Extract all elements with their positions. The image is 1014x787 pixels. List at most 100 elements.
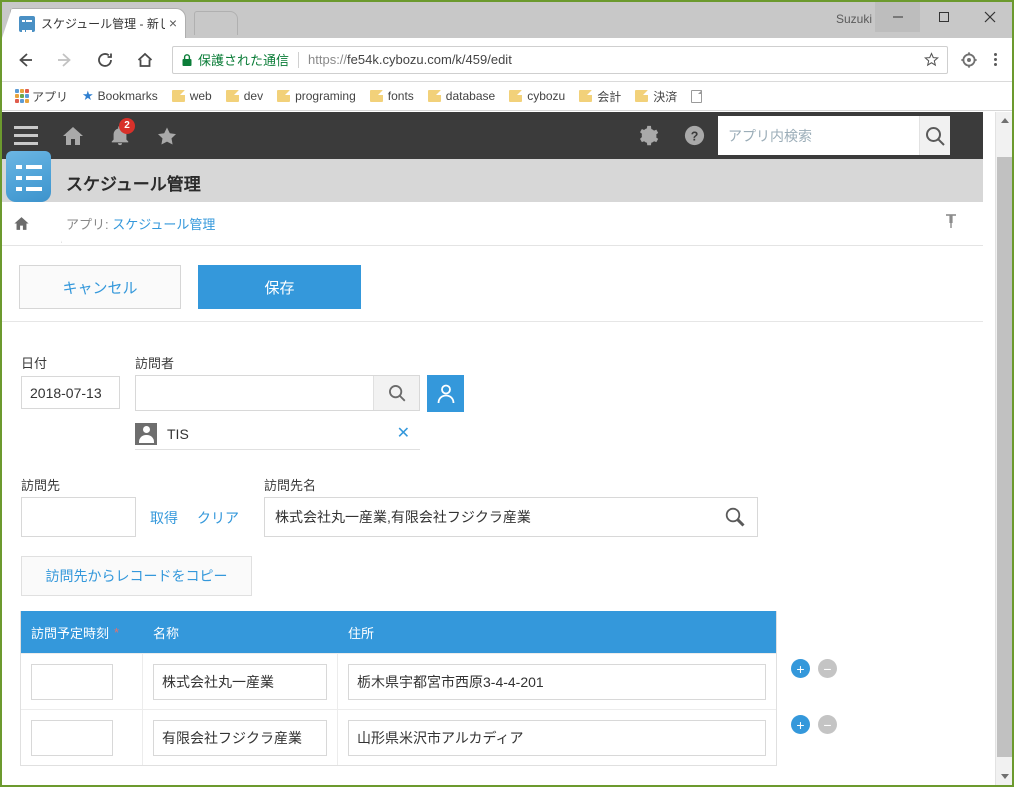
help-icon[interactable]: ?: [671, 112, 718, 159]
apps-grid-icon: [15, 89, 29, 103]
visitor-picker-button[interactable]: [427, 375, 464, 412]
app-search-button[interactable]: [919, 116, 950, 155]
app-search-input[interactable]: [718, 117, 919, 154]
cell-time: [21, 710, 143, 765]
bookmark-dev[interactable]: dev: [221, 87, 268, 105]
gear-icon[interactable]: [624, 112, 671, 159]
folder-icon: [509, 90, 523, 102]
home-icon[interactable]: [49, 112, 96, 159]
copy-records-from-destination-button[interactable]: 訪問先からレコードをコピー: [21, 556, 252, 596]
home-icon[interactable]: [128, 43, 162, 77]
breadcrumb: アプリ: スケジュール管理: [2, 202, 983, 246]
pin-icon[interactable]: [943, 213, 959, 234]
remove-row-button[interactable]: −: [818, 659, 837, 678]
bookmark-database[interactable]: database: [423, 87, 500, 105]
row-name-input[interactable]: [153, 719, 327, 756]
bookmark-label: 会計: [597, 89, 622, 104]
bookmark-bookmarks[interactable]: ★ Bookmarks: [77, 86, 163, 106]
bookmark-label: アプリ: [32, 89, 69, 104]
table-row: [21, 653, 776, 709]
bookmark-accounting[interactable]: 会計: [574, 86, 626, 107]
bookmark-label: database: [445, 89, 496, 103]
table-row: [21, 709, 776, 765]
visitor-search-container: [135, 375, 420, 411]
bookmark-apps[interactable]: アプリ: [10, 86, 73, 107]
breadcrumb-prefix: アプリ:: [66, 217, 113, 232]
cancel-button[interactable]: キャンセル: [19, 265, 181, 309]
scrollbar-thumb[interactable]: [997, 157, 1012, 757]
browser-navigation-bar: 保護された通信 https://fe54k.cybozu.com/k/459/e…: [2, 38, 1012, 82]
browser-tab-active[interactable]: スケジュール管理 - 新しいレ ×: [2, 8, 186, 38]
title-bar: スケジュール管理 - 新しいレ × Suzuki: [2, 2, 1012, 38]
save-button[interactable]: 保存: [198, 265, 361, 309]
tab-close-icon[interactable]: ×: [165, 16, 181, 32]
visitor-search-input[interactable]: [136, 376, 373, 410]
required-marker: *: [114, 624, 120, 640]
window-close-button[interactable]: [967, 2, 1012, 32]
column-header-label: 住所: [348, 625, 375, 641]
breadcrumb-app-link[interactable]: スケジュール管理: [112, 217, 215, 232]
browser-window: スケジュール管理 - 新しいレ × Suzuki: [0, 0, 1014, 787]
cell-name: [143, 710, 338, 765]
row-time-input[interactable]: [31, 663, 113, 700]
page-scrollbar[interactable]: [995, 112, 1012, 785]
url-text: https://fe54k.cybozu.com/k/459/edit: [308, 52, 512, 67]
destination-field-label: 訪問先: [21, 478, 61, 493]
extension-gear-icon[interactable]: [956, 47, 982, 73]
visitor-search-button[interactable]: [373, 376, 419, 410]
secure-label: 保護された通信: [198, 53, 290, 68]
column-header-label: 訪問予定時刻: [31, 625, 110, 641]
scroll-down-icon[interactable]: [996, 768, 1012, 785]
scroll-up-icon[interactable]: [996, 112, 1012, 129]
add-row-button[interactable]: +: [791, 715, 810, 734]
window-maximize-button[interactable]: [921, 2, 966, 32]
app-title: スケジュール管理: [66, 175, 201, 194]
bookmark-fonts[interactable]: fonts: [365, 87, 419, 105]
browser-menu-icon[interactable]: [982, 45, 1008, 75]
window-minimize-button[interactable]: [875, 2, 920, 32]
cell-address: [338, 654, 776, 709]
lock-icon: [181, 53, 193, 67]
row-name-input[interactable]: [153, 663, 327, 700]
favorite-star-icon[interactable]: [143, 112, 190, 159]
bookmark-cybozu[interactable]: cybozu: [504, 87, 570, 105]
breadcrumb-home-icon[interactable]: [2, 215, 40, 232]
app-search-container: [718, 116, 950, 155]
row-address-input[interactable]: [348, 719, 766, 756]
row-address-input[interactable]: [348, 663, 766, 700]
visitor-chip-remove-icon[interactable]: ✕: [397, 426, 410, 442]
destination-name-container: [264, 497, 758, 537]
kintone-header: 2 ?: [2, 112, 983, 159]
bell-icon[interactable]: 2: [96, 112, 143, 159]
destination-name-search-icon[interactable]: [713, 498, 757, 536]
bookmark-programing[interactable]: programing: [272, 87, 361, 105]
destination-get-link[interactable]: 取得: [150, 508, 178, 528]
bookmark-web[interactable]: web: [167, 87, 217, 105]
reload-icon[interactable]: [88, 43, 122, 77]
star-icon: ★: [82, 88, 94, 103]
new-tab-button[interactable]: [194, 11, 238, 35]
bookmark-payment[interactable]: 決済: [630, 86, 682, 107]
bookmark-label: cybozu: [527, 89, 566, 103]
column-header-address: 住所: [338, 611, 776, 653]
destination-name-field-label: 訪問先名: [264, 478, 317, 493]
back-icon[interactable]: [8, 43, 42, 77]
row-time-input[interactable]: [31, 719, 113, 756]
row-controls: + −: [791, 715, 837, 734]
destination-input[interactable]: [21, 497, 136, 537]
remove-row-button[interactable]: −: [818, 715, 837, 734]
bookmark-label: fonts: [387, 89, 414, 103]
add-row-button[interactable]: +: [791, 659, 810, 678]
address-bar[interactable]: 保護された通信 https://fe54k.cybozu.com/k/459/e…: [172, 45, 948, 74]
bookmark-star-icon[interactable]: [924, 52, 939, 67]
destination-clear-link[interactable]: クリア: [197, 508, 239, 528]
destination-name-input[interactable]: [265, 498, 713, 536]
window-user-label[interactable]: Suzuki: [836, 12, 872, 26]
cell-address: [338, 710, 776, 765]
page-icon: [691, 89, 703, 103]
subtable-header-row: 訪問予定時刻 * 名称 住所: [21, 611, 776, 653]
visitor-chip-name: TIS: [167, 426, 189, 442]
bookmark-page[interactable]: [686, 88, 707, 105]
date-input[interactable]: [21, 376, 120, 409]
notification-badge: 2: [119, 118, 135, 134]
